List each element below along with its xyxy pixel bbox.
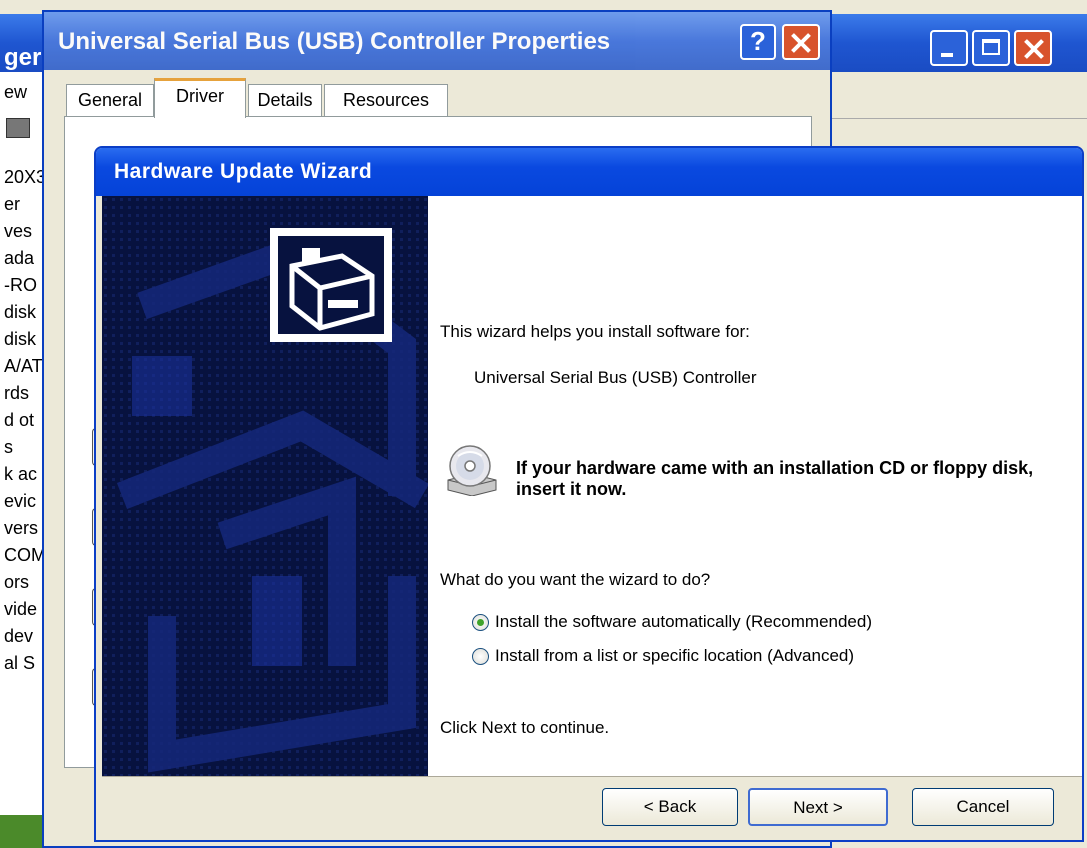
next-button[interactable]: Next >	[748, 788, 888, 826]
hardware-icon	[270, 228, 392, 342]
tree-item[interactable]: er	[4, 191, 42, 218]
cd-drive-icon	[447, 445, 497, 496]
tree-item[interactable]: ves	[4, 218, 42, 245]
wizard-side-panel	[102, 196, 428, 776]
tree-item[interactable]: al S	[4, 650, 42, 677]
tab-details[interactable]: Details	[248, 84, 322, 116]
tree-item[interactable]: disk	[4, 299, 42, 326]
tree-item[interactable]: disk	[4, 326, 42, 353]
tree-item[interactable]: vide	[4, 596, 42, 623]
tree-item[interactable]: vers	[4, 515, 42, 542]
tree-item[interactable]: evic	[4, 488, 42, 515]
help-icon[interactable]: ?	[740, 24, 776, 60]
tree-item[interactable]: ada	[4, 245, 42, 272]
tree-item[interactable]: 20X3	[4, 164, 42, 191]
wizard-title: Hardware Update Wizard	[114, 160, 373, 183]
insert-cd-prompt: If your hardware came with an installati…	[516, 458, 1034, 499]
tab-driver[interactable]: Driver	[154, 78, 246, 118]
minimize-icon[interactable]	[930, 30, 968, 66]
back-button[interactable]: < Back	[602, 788, 738, 826]
wizard-title-bar[interactable]: Hardware Update Wizard	[96, 148, 1082, 196]
close-icon[interactable]	[1014, 30, 1052, 66]
properties-title: Universal Serial Bus (USB) Controller Pr…	[58, 28, 611, 55]
device-manager-title: ger	[4, 44, 42, 71]
install-automatically-option[interactable]: Install the software automatically (Reco…	[472, 612, 872, 632]
divider	[830, 118, 1087, 119]
radio-label[interactable]: Install from a list or specific location…	[495, 646, 854, 666]
tree-item[interactable]: COM	[4, 542, 42, 569]
wizard-question: What do you want the wizard to do?	[440, 570, 711, 589]
radio-install-automatically[interactable]	[472, 613, 489, 631]
close-icon[interactable]	[782, 24, 820, 60]
radio-label[interactable]: Install the software automatically (Reco…	[495, 612, 872, 632]
tree-item[interactable]: d ot	[4, 407, 42, 434]
tree-item[interactable]: dev	[4, 623, 42, 650]
cancel-button[interactable]: Cancel	[912, 788, 1054, 826]
tree-item[interactable]: A/AT	[4, 353, 42, 380]
tree-item[interactable]: ors	[4, 569, 42, 596]
menu-view[interactable]: ew	[4, 82, 27, 103]
tree-item[interactable]: rds	[4, 380, 42, 407]
install-from-list-option[interactable]: Install from a list or specific location…	[472, 646, 854, 666]
hardware-update-wizard: Hardware Update Wizard This wizard helps…	[94, 146, 1084, 842]
device-tree: 20X3 er ves ada -RO disk disk A/AT rds d…	[4, 164, 42, 677]
tab-resources[interactable]: Resources	[324, 84, 448, 116]
properties-title-bar[interactable]: Universal Serial Bus (USB) Controller Pr…	[44, 12, 830, 70]
tree-item[interactable]: k ac	[4, 461, 42, 488]
maximize-icon[interactable]	[972, 30, 1010, 66]
device-name: Universal Serial Bus (USB) Controller	[474, 368, 757, 387]
tree-item[interactable]: s	[4, 434, 42, 461]
radio-install-from-list[interactable]	[472, 647, 489, 665]
continue-instruction: Click Next to continue.	[440, 718, 610, 737]
tab-general[interactable]: General	[66, 84, 154, 116]
tree-item[interactable]: -RO	[4, 272, 42, 299]
wizard-watermark	[102, 196, 428, 776]
wizard-intro-text: This wizard helps you install software f…	[440, 322, 750, 341]
properties-toolbar-icon[interactable]	[6, 118, 30, 138]
